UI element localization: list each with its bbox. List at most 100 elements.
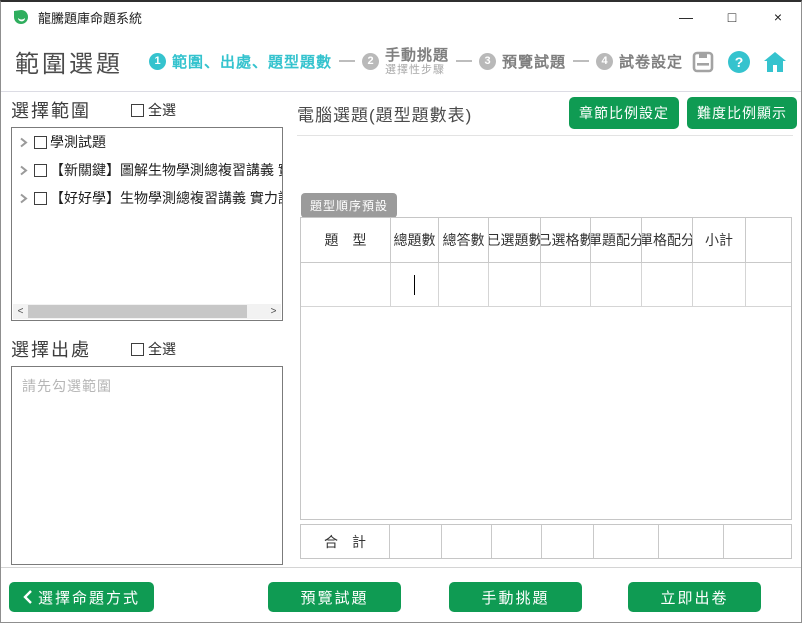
cell-points-per-blank[interactable] xyxy=(642,263,693,307)
tree-item-new-key-guide[interactable]: 【新關鍵】圖解生物學測總複習講義 實力 xyxy=(12,156,282,184)
step-3-preview: 3 預覽試題 xyxy=(479,51,566,72)
cell-selected-blanks[interactable] xyxy=(541,263,591,307)
wizard-steps: 1 範圍、出處、題型題數 2 手動挑題 選擇性步驟 3 預覽試題 4 試卷設定 xyxy=(149,47,683,77)
range-section-header: 選擇範圍 全選 xyxy=(11,98,283,122)
step-4-paper-settings: 4 試卷設定 xyxy=(596,51,683,72)
home-icon[interactable] xyxy=(763,51,787,73)
range-section-title: 選擇範圍 xyxy=(11,97,91,123)
step-4-label: 試卷設定 xyxy=(619,51,683,72)
computer-selection-title: 電腦選題(題型題數表) xyxy=(297,101,472,126)
manual-pick-button[interactable]: 手動挑題 xyxy=(449,582,582,612)
source-select-all[interactable]: 全選 xyxy=(131,339,176,359)
tree-item-checkbox[interactable] xyxy=(34,164,47,177)
totals-cell xyxy=(724,525,791,558)
left-panel: 選擇範圍 全選 學測試題 【新關鍵】圖解生物學測總複習講義 實力 xyxy=(11,98,283,565)
step-4-number: 4 xyxy=(596,53,613,70)
step-1-label: 範圍、出處、題型題數 xyxy=(172,51,332,72)
column-header-selected-blanks: 已選格數 xyxy=(541,218,591,262)
totals-cell xyxy=(542,525,594,558)
cell-total-answers[interactable] xyxy=(439,263,489,307)
scroll-left-arrow[interactable]: < xyxy=(13,304,28,319)
right-panel: 電腦選題(題型題數表) 章節比例設定 難度比例顯示 題型順序預設 題 型 總題數… xyxy=(297,98,797,128)
maximize-button[interactable]: □ xyxy=(709,2,755,32)
column-header-total-questions: 總題數 xyxy=(391,218,439,262)
close-button[interactable]: × xyxy=(755,2,801,32)
step-3-number: 3 xyxy=(479,53,496,70)
column-header-total-answers: 總答數 xyxy=(439,218,489,262)
column-header-selected-questions: 已選題數 xyxy=(489,218,541,262)
tree-item-label: 學測試題 xyxy=(50,132,106,152)
tree-item-label: 【新關鍵】圖解生物學測總複習講義 實力 xyxy=(50,160,282,180)
app-window: 龍騰題庫命題系統 — □ × 範圍選題 1 範圍、出處、題型題數 2 手動挑題 … xyxy=(0,0,802,623)
expand-chevron-icon[interactable] xyxy=(18,193,29,204)
column-header-points-per-question: 單題配分 xyxy=(591,218,642,262)
totals-label: 合 計 xyxy=(301,525,390,558)
tree-item-exam-questions[interactable]: 學測試題 xyxy=(12,128,282,156)
scrollbar-thumb[interactable] xyxy=(28,305,247,318)
back-to-method-button[interactable]: 選擇命題方式 xyxy=(9,582,154,612)
step-connector xyxy=(456,60,472,62)
table-header-row: 題 型 總題數 總答數 已選題數 已選格數 單題配分 單格配分 小計 xyxy=(301,218,791,263)
cell-subtotal[interactable] xyxy=(693,263,746,307)
totals-cell xyxy=(492,525,542,558)
step-2-sublabel: 選擇性步驟 xyxy=(385,64,449,77)
step-2-manual-pick: 2 手動挑題 選擇性步驟 xyxy=(362,47,449,77)
section-divider xyxy=(297,135,793,136)
computer-selection-header: 電腦選題(題型題數表) 章節比例設定 難度比例顯示 xyxy=(297,98,797,128)
app-logo-icon xyxy=(13,9,29,25)
totals-cell xyxy=(390,525,442,558)
cell-question-type[interactable] xyxy=(301,263,391,307)
step-connector xyxy=(339,60,355,62)
footer-bar: 選擇命題方式 預覽試題 手動挑題 立即出卷 xyxy=(1,567,801,622)
expand-chevron-icon[interactable] xyxy=(18,137,29,148)
horizontal-scrollbar[interactable]: < > xyxy=(13,304,281,319)
preview-questions-button[interactable]: 預覽試題 xyxy=(268,582,401,612)
tree-item-checkbox[interactable] xyxy=(34,136,47,149)
expand-chevron-icon[interactable] xyxy=(18,165,29,176)
difficulty-ratio-button[interactable]: 難度比例顯示 xyxy=(687,97,797,129)
scrollbar-track[interactable] xyxy=(28,304,266,319)
column-header-empty xyxy=(746,218,791,262)
scroll-right-arrow[interactable]: > xyxy=(266,304,281,319)
step-2-label: 手動挑題 xyxy=(385,47,449,64)
range-tree: 學測試題 【新關鍵】圖解生物學測總複習講義 實力 【好好學】生物學測總複習講義 … xyxy=(11,127,283,321)
tab-question-type-order[interactable]: 題型順序預設 xyxy=(301,193,397,218)
table-row xyxy=(301,263,791,307)
cell-points-per-question[interactable] xyxy=(591,263,642,307)
step-1-number: 1 xyxy=(149,53,166,70)
chevron-left-icon xyxy=(23,590,32,604)
tree-item-checkbox[interactable] xyxy=(34,192,47,205)
cell-total-questions-input[interactable] xyxy=(391,263,439,307)
help-icon[interactable]: ? xyxy=(728,51,750,73)
save-icon[interactable] xyxy=(691,50,715,74)
source-placeholder: 請先勾選範圍 xyxy=(22,378,112,394)
source-select-all-label: 全選 xyxy=(148,339,176,359)
window-title: 龍騰題庫命題系統 xyxy=(38,8,142,27)
column-header-subtotal: 小計 xyxy=(693,218,746,262)
cell-selected-questions[interactable] xyxy=(489,263,541,307)
source-select-all-checkbox[interactable] xyxy=(131,343,144,356)
question-type-table: 題 型 總題數 總答數 已選題數 已選格數 單題配分 單格配分 小計 xyxy=(300,217,792,520)
minimize-button[interactable]: — xyxy=(663,2,709,32)
totals-row: 合 計 xyxy=(300,524,792,559)
cell-empty[interactable] xyxy=(746,263,791,307)
column-header-question-type: 題 型 xyxy=(301,218,391,262)
range-select-all-checkbox[interactable] xyxy=(131,104,144,117)
step-2-number: 2 xyxy=(362,53,379,70)
tree-item-label: 【好好學】生物學測總複習講義 實力評量 xyxy=(50,188,282,208)
step-1-range: 1 範圍、出處、題型題數 xyxy=(149,51,332,72)
totals-cell xyxy=(659,525,724,558)
source-section-title: 選擇出處 xyxy=(11,336,91,362)
tree-item-study-well-guide[interactable]: 【好好學】生物學測總複習講義 實力評量 xyxy=(12,184,282,212)
page-title: 範圍選題 xyxy=(15,44,123,79)
totals-cell xyxy=(594,525,659,558)
titlebar: 龍騰題庫命題系統 — □ × xyxy=(1,2,801,32)
column-header-points-per-blank: 單格配分 xyxy=(642,218,693,262)
generate-paper-button[interactable]: 立即出卷 xyxy=(628,582,761,612)
chapter-ratio-button[interactable]: 章節比例設定 xyxy=(569,97,679,129)
range-select-all[interactable]: 全選 xyxy=(131,100,176,120)
source-section-header: 選擇出處 全選 xyxy=(11,337,283,361)
header-toolbar: ? xyxy=(691,50,787,74)
text-caret xyxy=(414,275,415,295)
step-connector xyxy=(573,60,589,62)
